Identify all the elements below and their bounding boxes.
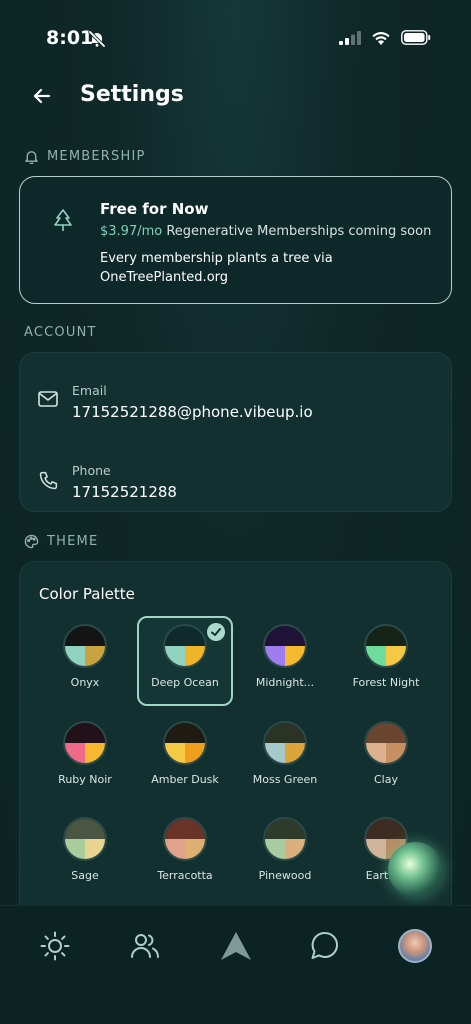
palette-option[interactable]: Moss Green [237,713,333,803]
arrow-left-icon [33,88,51,104]
membership-price-suffix: Regenerative Memberships coming soon [162,224,432,239]
palette-swatch [163,624,207,668]
theme-section-label: THEME [24,534,98,549]
palette-name: Deep Ocean [151,676,219,689]
membership-price: $3.97/mo [100,224,163,239]
palette-swatch [263,721,307,765]
nav-chat-button[interactable] [307,928,343,964]
bell-off-icon [88,30,106,52]
membership-card[interactable]: Free for Now $3.97/mo Regenerative Membe… [19,176,452,304]
bell-icon [25,151,38,164]
account-card: Email 17152521288@phone.vibeup.io Phone … [19,352,452,512]
palette-name: Amber Dusk [151,773,219,786]
palette-swatch [163,721,207,765]
mail-icon [38,391,58,411]
palette-option[interactable]: Sage [37,809,133,899]
palette-option[interactable]: Ruby Noir [37,713,133,803]
membership-section-label: MEMBERSHIP [24,149,146,164]
email-label: Email [72,383,107,398]
palette-swatch [163,817,207,861]
palette-swatch [63,624,107,668]
palette-name: Moss Green [252,773,318,786]
palette-name: Midnight... [255,676,315,689]
palette-icon [24,534,39,549]
palette-swatch [364,721,408,765]
palette-option[interactable]: Onyx [37,616,133,706]
people-icon [131,934,159,958]
palette-swatch [263,624,307,668]
palette-option[interactable]: Midnight... [237,616,333,706]
email-value: 17152521288@phone.vibeup.io [72,403,313,421]
header: Settings [0,78,471,118]
account-section-label: ACCOUNT [24,325,97,340]
membership-description: Every membership plants a tree via OneTr… [100,251,333,285]
compass-arrow-icon [221,932,251,960]
account-label-text: ACCOUNT [24,325,97,340]
palette-name: Sage [71,869,99,882]
palette-option[interactable]: Forest Night [338,616,434,706]
status-time: 8:01 [46,27,94,49]
palette-option[interactable]: Amber Dusk [137,713,233,803]
palette-swatch [63,721,107,765]
palette-option[interactable]: Deep Ocean [137,616,233,706]
membership-price-line: $3.97/mo Regenerative Memberships coming… [100,224,431,239]
palette-name: Onyx [70,676,100,689]
status-indicators [339,30,431,45]
color-palette-title: Color Palette [39,585,135,603]
phone-label: Phone [72,463,111,478]
nav-people-button[interactable] [127,928,163,964]
signal-icon [339,30,361,45]
palette-name: Ruby Noir [58,773,112,786]
nav-profile-button[interactable] [397,928,433,964]
membership-title: Free for Now [100,200,209,218]
membership-label-text: MEMBERSHIP [47,149,146,164]
phone-icon [38,471,58,495]
palette-name: Terracotta [157,869,213,882]
palette-swatch [263,817,307,861]
palette-swatch [63,817,107,861]
theme-card: Color Palette Onyx Deep Ocean Midnight... F… [19,561,452,961]
bottom-nav [0,905,471,1024]
chat-icon [311,931,338,959]
palette-option[interactable]: Pinewood [237,809,333,899]
nav-home-button[interactable] [218,928,254,964]
battery-icon [401,30,431,45]
phone-row[interactable]: Phone 17152521288 [20,441,451,501]
status-bar: 8:01 [0,0,471,76]
assistant-orb-button[interactable] [388,842,443,897]
back-button[interactable] [30,84,54,108]
tree-icon [52,209,74,237]
page-title: Settings [80,82,184,107]
phone-value: 17152521288 [72,483,177,501]
palette-name: Clay [374,773,398,786]
palette-option[interactable]: Clay [338,713,434,803]
palette-name: Forest Night [352,676,420,689]
palette-option[interactable]: Terracotta [137,809,233,899]
palette-name: Pinewood [258,869,312,882]
palette-swatch [364,624,408,668]
theme-label-text: THEME [47,534,99,549]
nav-sun-button[interactable] [37,928,73,964]
sun-icon [40,931,70,961]
profile-avatar [398,929,432,963]
wifi-icon [372,32,390,45]
email-row[interactable]: Email 17152521288@phone.vibeup.io [20,361,451,421]
